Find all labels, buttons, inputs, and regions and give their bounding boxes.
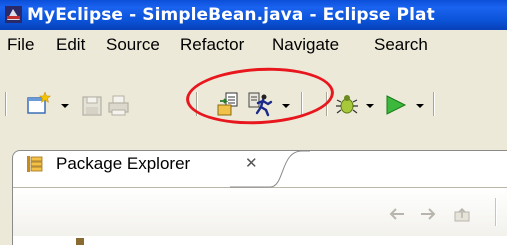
menu-source[interactable]: Source — [106, 35, 160, 55]
tab-curve — [230, 150, 310, 188]
run-icon[interactable] — [381, 90, 409, 120]
new-wizard-icon[interactable] — [25, 90, 53, 120]
menu-edit[interactable]: Edit — [56, 35, 85, 55]
print-icon[interactable] — [104, 90, 132, 120]
menu-navigate[interactable]: Navigate — [272, 35, 339, 55]
up-folder-icon[interactable] — [452, 206, 472, 222]
myeclipse-logo-icon — [5, 6, 22, 23]
toolbar-grip[interactable] — [5, 92, 7, 116]
tab-package-explorer[interactable]: Package Explorer — [56, 154, 190, 174]
debug-dropdown-icon[interactable] — [365, 102, 375, 110]
menu-file[interactable]: File — [7, 35, 34, 55]
toolbar-separator — [433, 92, 435, 116]
new-wizard-dropdown-icon[interactable] — [60, 102, 70, 110]
save-icon[interactable] — [78, 90, 106, 120]
tree-item-fragment — [76, 238, 84, 245]
debug-icon[interactable] — [333, 90, 361, 120]
close-icon[interactable]: ✕ — [245, 154, 258, 172]
title-bar: MyEclipse - SimpleBean.java - Eclipse Pl… — [0, 0, 507, 30]
back-arrow-icon[interactable] — [387, 206, 407, 222]
window-title: MyEclipse - SimpleBean.java - Eclipse Pl… — [27, 5, 435, 25]
run-dropdown-icon[interactable] — [415, 102, 425, 110]
menu-bar: File Edit Source Refactor Navigate Searc… — [0, 30, 507, 60]
menu-search[interactable]: Search — [374, 35, 428, 55]
package-explorer-icon — [27, 156, 43, 172]
forward-arrow-icon[interactable] — [418, 206, 438, 222]
menu-refactor[interactable]: Refactor — [180, 35, 244, 55]
view-toolbar-separator — [495, 198, 497, 226]
